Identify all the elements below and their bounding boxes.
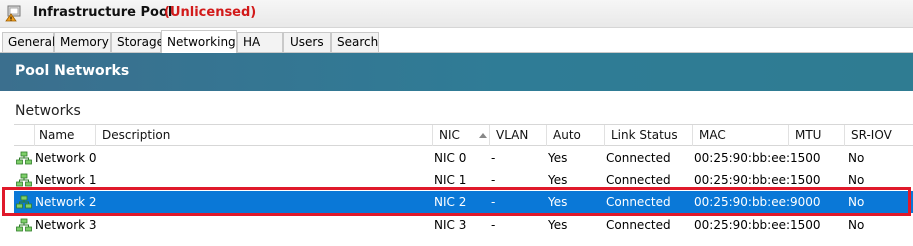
column-header-description[interactable]: Description [96, 125, 433, 146]
column-header-name[interactable]: Name [35, 125, 96, 146]
cell-link-status: Connected [606, 173, 671, 187]
cell-link-status: Connected [606, 195, 671, 209]
cell-nic: NIC 3 [434, 218, 467, 232]
cell-nic: NIC 2 [434, 195, 467, 209]
table-row-selected[interactable]: Network 2 NIC 2 - Yes Connected 00:25:90… [14, 191, 913, 213]
cell-link-status: Connected [606, 218, 671, 232]
cell-name: Network 3 [35, 218, 96, 232]
section-title: Networks [15, 103, 81, 119]
cell-description [96, 191, 433, 213]
cell-mac: 00:25:90:bb:ee:67 [694, 218, 790, 232]
cell-mac: 00:25:90:bb:ee:66 [694, 195, 790, 209]
cell-auto: Yes [548, 151, 568, 165]
cell-sriov: No [848, 218, 865, 232]
cell-auto: Yes [548, 195, 568, 209]
cell-sriov: No [848, 151, 865, 165]
column-header-sriov[interactable]: SR-IOV [845, 125, 913, 146]
table-row[interactable]: Network 0 NIC 0 - Yes Connected 00:25:90… [14, 147, 913, 169]
cell-mtu: 9000 [790, 195, 821, 209]
table-header: Name Description NIC VLAN Auto Link Stat… [14, 124, 913, 146]
cell-mtu: 1500 [790, 218, 821, 232]
column-header-link-status[interactable]: Link Status [605, 125, 693, 146]
column-header-mtu[interactable]: MTU [789, 125, 845, 146]
cell-name: Network 1 [35, 173, 96, 187]
tab-general[interactable]: General [2, 32, 55, 52]
cell-vlan: - [491, 151, 496, 165]
networks-table: Name Description NIC VLAN Auto Link Stat… [14, 124, 913, 246]
column-header-auto[interactable]: Auto [547, 125, 605, 146]
cell-vlan: - [491, 173, 496, 187]
cell-sriov: No [848, 173, 865, 187]
cell-vlan: - [491, 218, 496, 232]
column-header-nic-label: NIC [439, 128, 460, 142]
cell-mtu: 1500 [790, 173, 821, 187]
tab-users[interactable]: Users [283, 32, 331, 52]
column-header-mac[interactable]: MAC [693, 125, 789, 146]
cell-link-status: Connected [606, 151, 671, 165]
page-title: Pool Networks [15, 63, 130, 79]
cell-name: Network 0 [35, 151, 96, 165]
column-header-nic[interactable]: NIC [433, 125, 490, 146]
tab-storage[interactable]: Storage [111, 32, 164, 52]
sort-ascending-icon [479, 133, 487, 138]
cell-nic: NIC 0 [434, 151, 467, 165]
tab-ha[interactable]: HA [237, 32, 283, 52]
tab-search[interactable]: Search [331, 32, 379, 52]
cell-mac: 00:25:90:bb:ee:04 [694, 151, 790, 165]
table-row[interactable]: Network 3 NIC 3 - Yes Connected 00:25:90… [14, 214, 913, 236]
cell-description [96, 169, 433, 191]
column-header-vlan[interactable]: VLAN [490, 125, 547, 146]
window-title: Infrastructure Pool [33, 5, 173, 20]
cell-mac: 00:25:90:bb:ee:05 [694, 173, 790, 187]
tab-strip: General Memory Storage Networking HA Use… [0, 30, 913, 53]
cell-mtu: 1500 [790, 151, 821, 165]
pool-icon [5, 5, 21, 22]
cell-auto: Yes [548, 218, 568, 232]
tab-memory[interactable]: Memory [54, 32, 111, 52]
cell-vlan: - [491, 195, 496, 209]
title-bar: Infrastructure Pool (Unlicensed) [0, 0, 913, 28]
column-header-icon[interactable] [14, 125, 35, 146]
page-header: Pool Networks [0, 53, 913, 91]
cell-description [96, 147, 433, 169]
license-status: (Unlicensed) [164, 5, 257, 20]
cell-auto: Yes [548, 173, 568, 187]
cell-sriov: No [848, 195, 865, 209]
cell-nic: NIC 1 [434, 173, 467, 187]
cell-description [96, 214, 433, 236]
cell-name: Network 2 [35, 195, 96, 209]
tab-networking[interactable]: Networking [161, 30, 237, 53]
table-row[interactable]: Network 1 NIC 1 - Yes Connected 00:25:90… [14, 169, 913, 191]
